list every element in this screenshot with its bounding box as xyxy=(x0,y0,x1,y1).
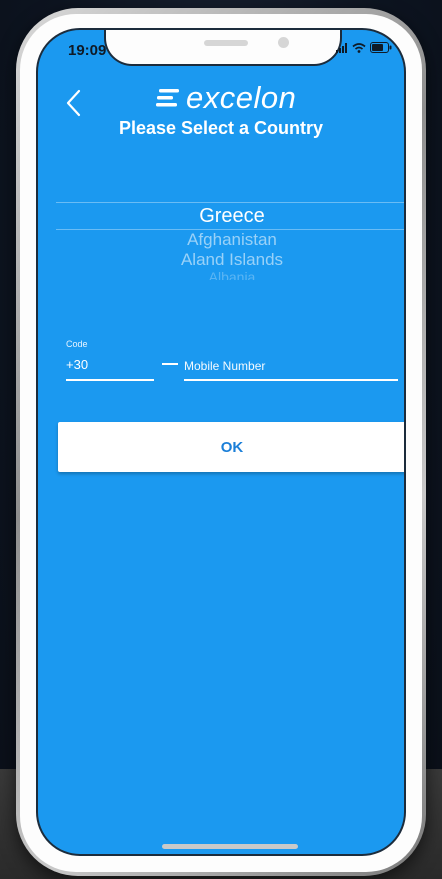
code-separator-dash xyxy=(162,363,178,365)
mobile-underline xyxy=(184,379,398,381)
front-camera xyxy=(278,37,289,48)
excelon-logo: excelon xyxy=(156,80,296,116)
status-icons xyxy=(336,42,392,53)
mobile-number-input[interactable] xyxy=(184,354,398,378)
status-time: 19:09 xyxy=(68,42,107,59)
code-underline xyxy=(66,379,154,381)
country-code-field[interactable]: +30 xyxy=(66,357,88,372)
app-screen: 19:09 excelon Please Select a Country Gr… xyxy=(36,28,406,856)
signal-icon xyxy=(336,42,347,53)
picker-selected-country[interactable]: Greece xyxy=(56,203,404,229)
ok-button[interactable]: OK xyxy=(58,422,404,472)
home-indicator[interactable] xyxy=(162,844,298,849)
logo-text: excelon xyxy=(186,80,297,115)
battery-icon xyxy=(370,42,392,53)
picker-option[interactable]: Albania xyxy=(56,270,404,280)
code-label: Code xyxy=(66,339,88,349)
back-chevron-icon[interactable] xyxy=(60,88,90,118)
wifi-icon xyxy=(352,42,366,53)
picker-option[interactable]: Aland Islands xyxy=(56,250,404,270)
speaker-grille xyxy=(204,40,248,46)
page-title: Please Select a Country xyxy=(118,118,324,138)
logo-mark-icon xyxy=(156,89,179,107)
country-picker[interactable]: Greece Afghanistan Aland Islands Albania xyxy=(56,202,404,280)
picker-option[interactable]: Afghanistan xyxy=(56,230,404,250)
notch xyxy=(104,30,342,66)
